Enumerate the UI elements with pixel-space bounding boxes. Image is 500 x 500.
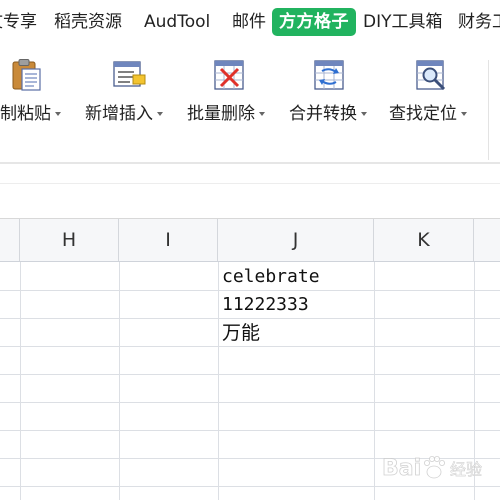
column-header-h[interactable]: H (20, 219, 119, 261)
menu-tab-bar: 文专享 稻壳资源 AudTool 邮件 方方格子 DIY工具箱 财务工 (0, 0, 500, 44)
insert-new-button[interactable]: 新增插入 (84, 44, 174, 134)
tab-audtool[interactable]: AudTool (144, 8, 210, 36)
merge-convert-icon (314, 60, 344, 90)
find-locate-icon (416, 60, 446, 91)
grid-column-line (119, 262, 120, 500)
chevron-down-icon (361, 112, 367, 116)
batch-delete-label: 批量删除 (187, 104, 255, 124)
cell-j2[interactable]: 11222333 (218, 290, 374, 318)
grid-row-line (0, 346, 500, 347)
delete-table-icon (214, 60, 244, 90)
grid-row-line (0, 430, 500, 431)
tab-wps-share[interactable]: 文专享 (0, 8, 37, 36)
paste-icon (12, 59, 41, 91)
cell-j3[interactable]: 万能 (218, 318, 374, 346)
cell-j1[interactable]: celebrate (218, 262, 374, 290)
chevron-down-icon (259, 112, 265, 116)
chevron-down-icon (461, 112, 467, 116)
merge-convert-label: 合并转换 (289, 104, 357, 124)
column-header-row: H I J K (0, 218, 500, 262)
column-header-partial[interactable] (474, 219, 500, 261)
tab-diy-toolbox[interactable]: DIY工具箱 (363, 8, 443, 36)
tab-fangfang-gezi[interactable]: 方方格子 (272, 8, 356, 36)
merge-convert-button[interactable]: 合并转换 (288, 44, 378, 134)
grid-row-line (0, 402, 500, 403)
grid-row-line (0, 458, 500, 459)
grid-column-line (374, 262, 375, 500)
column-header-i[interactable]: I (119, 219, 218, 261)
copy-paste-label: 复制粘贴 (0, 104, 51, 124)
ribbon-toolbar: 复制粘贴 新增插入 批量删除 (0, 44, 500, 162)
spreadsheet-grid[interactable]: celebrate 11222333 万能 (0, 262, 500, 500)
ribbon-divider (488, 60, 489, 160)
tab-docer-resources[interactable]: 稻壳资源 (54, 8, 122, 36)
grid-column-line (20, 262, 21, 500)
find-locate-button[interactable]: 查找定位 (389, 44, 479, 134)
insert-new-label: 新增插入 (85, 104, 153, 124)
column-header-k[interactable]: K (374, 219, 474, 261)
chevron-down-icon (157, 112, 163, 116)
column-header-j[interactable]: J (218, 219, 374, 261)
batch-delete-button[interactable]: 批量删除 (186, 44, 276, 134)
grid-column-line (474, 262, 475, 500)
formula-bar-divider (0, 183, 500, 184)
tab-mail[interactable]: 邮件 (232, 8, 266, 36)
formula-bar-area[interactable] (0, 164, 500, 218)
tab-finance-tools[interactable]: 财务工 (458, 8, 500, 36)
insert-table-icon (113, 61, 146, 87)
grid-row-line (0, 486, 500, 487)
copy-paste-button[interactable]: 复制粘贴 (0, 44, 78, 134)
chevron-down-icon (55, 112, 61, 116)
column-header-partial[interactable] (0, 219, 20, 261)
grid-row-line (0, 374, 500, 375)
find-locate-label: 查找定位 (389, 104, 457, 124)
